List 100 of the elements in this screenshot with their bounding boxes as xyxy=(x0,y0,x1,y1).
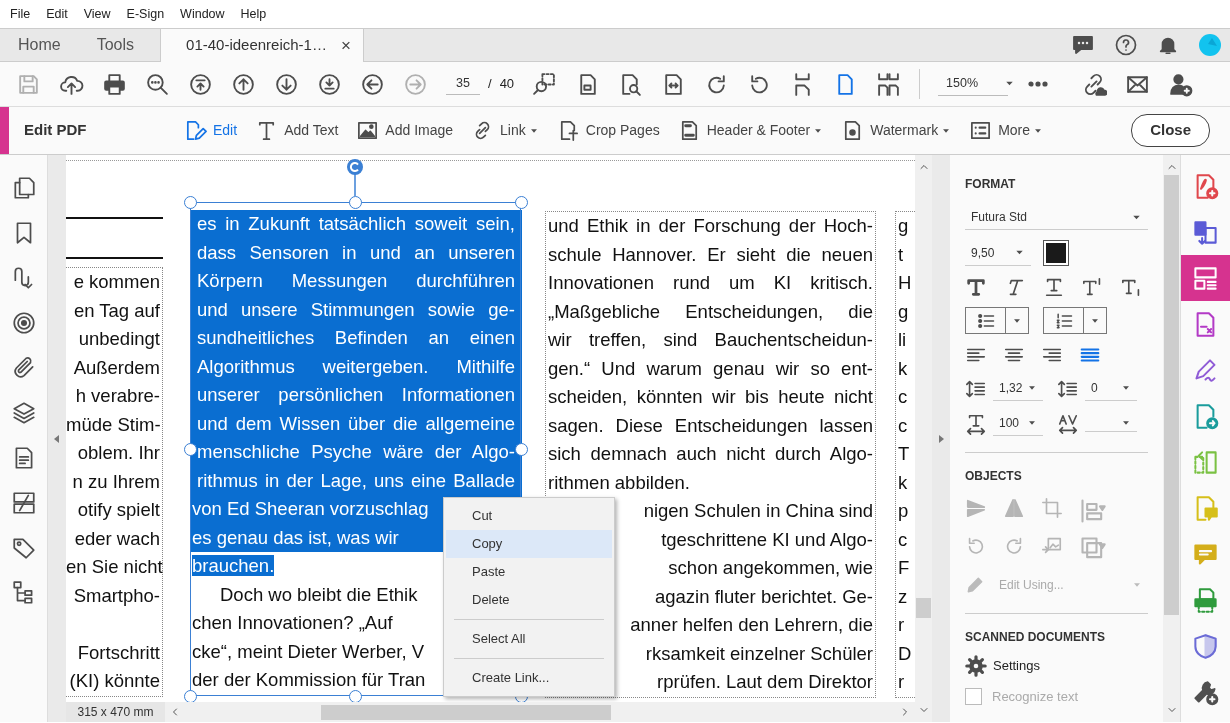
menu-item[interactable]: Edit xyxy=(38,4,76,24)
resize-handle[interactable] xyxy=(349,195,362,209)
menu-item[interactable]: Help xyxy=(232,4,275,24)
tool-button[interactable]: Add Image xyxy=(356,119,464,142)
first-page-icon[interactable] xyxy=(188,71,213,97)
bold-icon[interactable] xyxy=(965,276,987,298)
close-button[interactable]: Close xyxy=(1131,114,1210,147)
add-user-icon[interactable] xyxy=(1168,71,1194,97)
menu-item[interactable]: View xyxy=(75,4,119,24)
underline-icon[interactable] xyxy=(1043,276,1065,298)
text-line: rithmus in der Lage, uns eine Ballade xyxy=(197,468,515,493)
text-line: r xyxy=(898,614,905,635)
previous-page-icon[interactable] xyxy=(231,71,256,97)
tool-button[interactable]: Link xyxy=(471,119,549,142)
text-line: en Tag auf xyxy=(73,299,160,321)
rotate-handle[interactable] xyxy=(346,158,364,196)
settings-icon[interactable] xyxy=(965,655,987,677)
horizontal-scale-dropdown[interactable]: 100 xyxy=(993,411,1043,436)
two-page-icon[interactable] xyxy=(876,71,902,97)
close-tab-button[interactable]: × xyxy=(340,32,351,59)
text-line: z xyxy=(898,585,908,607)
accent-stripe xyxy=(0,107,9,154)
last-page-icon[interactable] xyxy=(317,71,342,97)
nav-tab[interactable]: Tools xyxy=(78,29,153,61)
text-line: tgeschrittene KI und Algo- xyxy=(661,528,873,550)
menu-item[interactable]: Paste xyxy=(446,558,612,586)
zoom-dropdown[interactable]: 150% xyxy=(938,72,1009,96)
search-icon[interactable] xyxy=(145,71,170,97)
back-icon[interactable] xyxy=(360,71,385,97)
text-line: F xyxy=(898,557,910,578)
menu-item[interactable]: File xyxy=(2,4,39,24)
tool-button[interactable]: Header & Footer xyxy=(677,119,834,142)
menu-item[interactable]: Create Link... xyxy=(446,664,612,692)
menu-item[interactable]: E-Sign xyxy=(118,4,173,24)
scroll-thumb[interactable] xyxy=(321,704,611,720)
text-line: unserer persönlichen Informationen xyxy=(197,383,515,407)
tool-button[interactable]: Crop Pages xyxy=(556,119,670,142)
documents-arrow-icon[interactable] xyxy=(1192,218,1219,246)
print-icon[interactable] xyxy=(102,71,127,97)
text-line: sundheitliches Befinden an einen xyxy=(197,326,515,350)
document-tab[interactable]: 01-40-ideenreich-1… × xyxy=(160,29,364,62)
comment-icon[interactable] xyxy=(1071,33,1095,57)
text-line: c xyxy=(898,528,908,550)
pencil-icon xyxy=(965,575,985,595)
text-line: unbedingt xyxy=(78,328,160,349)
resize-handle[interactable] xyxy=(349,689,362,702)
menu-item[interactable]: Delete xyxy=(446,586,612,614)
settings-link[interactable]: Settings xyxy=(993,656,1040,676)
numbered-list-button[interactable] xyxy=(1043,307,1107,334)
marquee-zoom-icon[interactable] xyxy=(532,71,558,97)
list-icon xyxy=(969,119,993,142)
panel-scrollbar[interactable] xyxy=(1163,155,1180,722)
compare-icon[interactable] xyxy=(10,490,37,516)
text-line: von Ed Sheeran vorzuschlag xyxy=(192,498,429,519)
menu-item[interactable]: Cut xyxy=(446,502,612,530)
font-dropdown[interactable]: Futura Std xyxy=(965,205,1148,230)
scroll-thumb[interactable] xyxy=(916,598,931,618)
tool-button[interactable]: Add Text xyxy=(255,119,349,142)
text-line: D xyxy=(898,642,912,664)
text-line: oblem. Ihr xyxy=(77,442,160,463)
paragraph-spacing-dropdown[interactable]: 0 xyxy=(1085,376,1137,401)
layout-icon[interactable] xyxy=(1192,264,1219,292)
text-line: Smartpho- xyxy=(73,584,160,606)
scanner-icon[interactable] xyxy=(1192,586,1219,614)
resize-handle[interactable] xyxy=(183,689,197,702)
section-heading: SCANNED DOCUMENTS xyxy=(965,629,1106,646)
text-line: und dem Wissen über die allgemeine xyxy=(197,411,515,436)
layers-icon[interactable] xyxy=(10,400,37,426)
help-icon[interactable] xyxy=(1114,33,1138,57)
resize-handle[interactable] xyxy=(514,195,528,209)
font-size-dropdown[interactable]: 9,50 xyxy=(965,240,1031,266)
menu-item[interactable]: Copy xyxy=(446,530,612,558)
scroll-thumb[interactable] xyxy=(1164,175,1179,615)
text-line: rithmen abbilden. xyxy=(548,471,690,493)
text-line: Außerdem xyxy=(73,356,160,378)
target-icon[interactable] xyxy=(10,310,37,336)
share-link-icon[interactable] xyxy=(1082,71,1108,97)
line-spacing-dropdown[interactable]: 1,32 xyxy=(993,376,1043,401)
tool-button[interactable]: Edit xyxy=(184,119,248,142)
bulleted-list-button[interactable] xyxy=(965,307,1029,334)
tool-button[interactable]: More xyxy=(969,119,1054,142)
text-line: otify spielt xyxy=(77,499,160,520)
text-line: sich demnach auch nicht durch Algo- xyxy=(548,442,873,466)
text-line: c xyxy=(898,414,908,436)
text-line: scheiden, könnten wir bis heute nicht xyxy=(548,385,873,409)
tool-button[interactable]: Watermark xyxy=(841,119,962,142)
text-line: e kommen xyxy=(73,271,160,292)
tag-icon[interactable] xyxy=(10,535,37,561)
wrench-plus-icon[interactable] xyxy=(1192,678,1219,706)
shield-icon[interactable] xyxy=(1192,632,1219,660)
page-number-field[interactable]: 35 xyxy=(446,73,480,95)
nav-tab[interactable]: Home xyxy=(0,29,79,61)
vertical-scrollbar[interactable] xyxy=(915,155,932,722)
text-line: wir treffen, sind Bauchentscheidun- xyxy=(548,328,873,352)
text-line: cke“, meint Dieter Werber, V xyxy=(192,640,424,662)
resize-handle[interactable] xyxy=(183,195,197,209)
menu-item[interactable]: Window xyxy=(172,4,233,24)
next-page-icon[interactable] xyxy=(274,71,299,97)
text-line: n zu Ihrem xyxy=(72,470,160,492)
menu-item[interactable]: Select All xyxy=(446,625,612,653)
